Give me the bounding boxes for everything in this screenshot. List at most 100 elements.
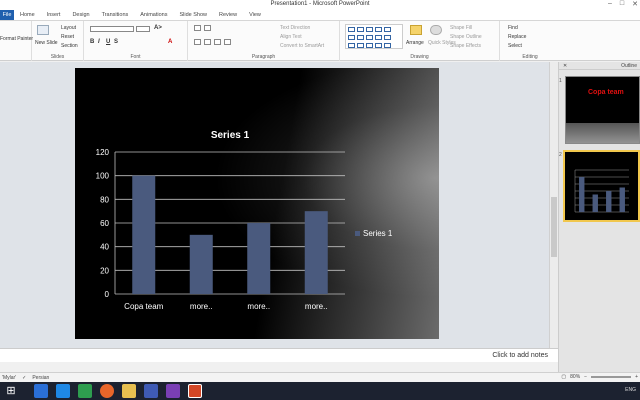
font-size-field[interactable] [136,26,150,32]
close-icon[interactable]: ✕ [632,0,638,10]
tab-slide-show[interactable]: Slide Show [173,10,213,20]
font-name-field[interactable] [90,26,134,32]
title-bar: Presentation1 - Microsoft PowerPoint – □… [0,0,640,10]
bar [619,187,625,212]
x-tick-label: more.. [305,302,328,311]
y-tick-label: 40 [100,243,109,252]
editing-group-label: Editing [522,54,538,60]
shadow-icon[interactable]: S [114,39,118,45]
tab-view[interactable]: View [243,10,267,20]
tab-review[interactable]: Review [213,10,243,20]
edge-icon[interactable] [56,384,70,398]
format-painter-button[interactable]: Format Painter [0,36,33,42]
notes-pane[interactable]: Click to add notes [0,348,558,362]
chart-title: Series 1 [211,130,250,141]
ie-icon[interactable] [34,384,48,398]
tab-animations[interactable]: Animations [134,10,173,20]
minimize-icon[interactable]: – [608,0,612,10]
normal-view-icon[interactable]: ▢ [561,374,566,380]
bar [304,211,328,294]
slide-editing-area[interactable]: Series 1 0 20 40 60 80 100 120 Copa team more.. mo… [0,62,558,348]
layout-button[interactable]: Layout [61,25,76,31]
bar [579,177,585,212]
app-icon[interactable] [144,384,158,398]
section-button[interactable]: Section [61,43,78,49]
tab-design[interactable]: Design [66,10,95,20]
bar [189,234,213,294]
explorer-icon[interactable] [122,384,136,398]
tab-file[interactable]: File [0,10,14,20]
zoom-out-icon[interactable]: − [584,374,587,380]
x-tick-label: more.. [190,302,213,311]
tab-transitions[interactable]: Transitions [96,10,135,20]
window-controls: – □ ✕ [608,0,638,10]
bar [592,194,598,212]
powerpoint-icon[interactable] [188,384,202,398]
align-text-button[interactable]: Align Text [280,34,302,40]
thumbnail-chart [574,169,629,213]
firefox-icon[interactable] [100,384,114,398]
underline-icon[interactable]: U [106,39,110,45]
scrollbar-thumb[interactable] [551,197,557,257]
grow-font-icon[interactable]: A˃ [154,25,162,31]
tab-home[interactable]: Home [14,10,41,20]
arrange-icon[interactable] [410,25,422,35]
font-color-icon[interactable]: A [168,39,172,45]
zoom-slider[interactable] [591,376,632,378]
spellcheck-icon[interactable]: ✓ [22,375,26,381]
font-group-label: Font [130,54,141,60]
visual-studio-icon[interactable] [166,384,180,398]
bar-chart[interactable]: Series 1 0 20 40 60 80 100 120 Copa team more.. mo… [75,68,439,339]
project-icon[interactable] [78,384,92,398]
tray-language[interactable]: ENG [625,387,636,393]
slide-number-2: 2 [559,152,562,158]
bar [132,175,156,294]
bold-icon[interactable]: B [90,39,94,45]
numbering-icon[interactable] [204,25,211,31]
align-right-icon[interactable] [214,39,221,45]
shape-effects-button[interactable]: Shape Effects [450,43,481,49]
replace-button[interactable]: Replace [508,34,526,40]
shape-outline-button[interactable]: Shape Outline [450,34,482,40]
vertical-scrollbar[interactable] [549,62,558,348]
text-direction-button[interactable]: Text Direction [280,25,310,31]
y-tick-label: 0 [105,290,110,299]
quick-styles-icon[interactable] [430,25,442,35]
justify-icon[interactable] [224,39,231,45]
slide-thumbnail-2[interactable] [563,150,640,222]
tab-insert[interactable]: Insert [41,10,67,20]
language-indicator[interactable]: Persian [32,375,49,381]
slides-group: New Slide Layout Reset Section Slides [32,21,84,61]
align-left-icon[interactable] [194,39,201,45]
legend-label: Series 1 [363,229,393,238]
bullets-icon[interactable] [194,25,201,31]
zoom-in-icon[interactable]: + [635,374,638,380]
new-slide-button[interactable]: New Slide [35,40,58,46]
x-tick-label: Copa team [124,302,163,311]
editing-group: Find Replace Select Editing [500,21,560,61]
select-button[interactable]: Select [508,43,522,49]
arrange-button[interactable]: Arrange [406,40,424,46]
y-tick-label: 120 [96,148,110,157]
close-pane-icon[interactable]: ✕ [563,63,567,69]
start-icon[interactable]: ⊞ [4,384,18,398]
drawing-group-label: Drawing [410,54,429,60]
notes-placeholder: Click to add notes [492,352,548,359]
shapes-gallery[interactable] [345,24,403,49]
maximize-icon[interactable]: □ [620,0,624,10]
taskbar: ⊞ ENG [0,382,640,400]
zoom-level[interactable]: 80% [570,374,580,380]
smartart-button[interactable]: Convert to SmartArt [280,43,324,49]
find-button[interactable]: Find [508,25,518,31]
paragraph-group: Text Direction Align Text Convert to Sma… [188,21,340,61]
shape-fill-button[interactable]: Shape Fill [450,25,472,31]
align-center-icon[interactable] [204,39,211,45]
legend-swatch [355,231,360,236]
tab-outline[interactable]: Outline [621,63,637,69]
slides-group-label: Slides [50,54,65,60]
italic-icon[interactable]: I [98,39,100,45]
slide-thumbnail-1[interactable]: Copa team [565,76,640,144]
reset-button[interactable]: Reset [61,34,74,40]
new-slide-icon[interactable] [37,25,49,35]
slide-canvas[interactable]: Series 1 0 20 40 60 80 100 120 Copa team more.. mo… [75,68,439,339]
